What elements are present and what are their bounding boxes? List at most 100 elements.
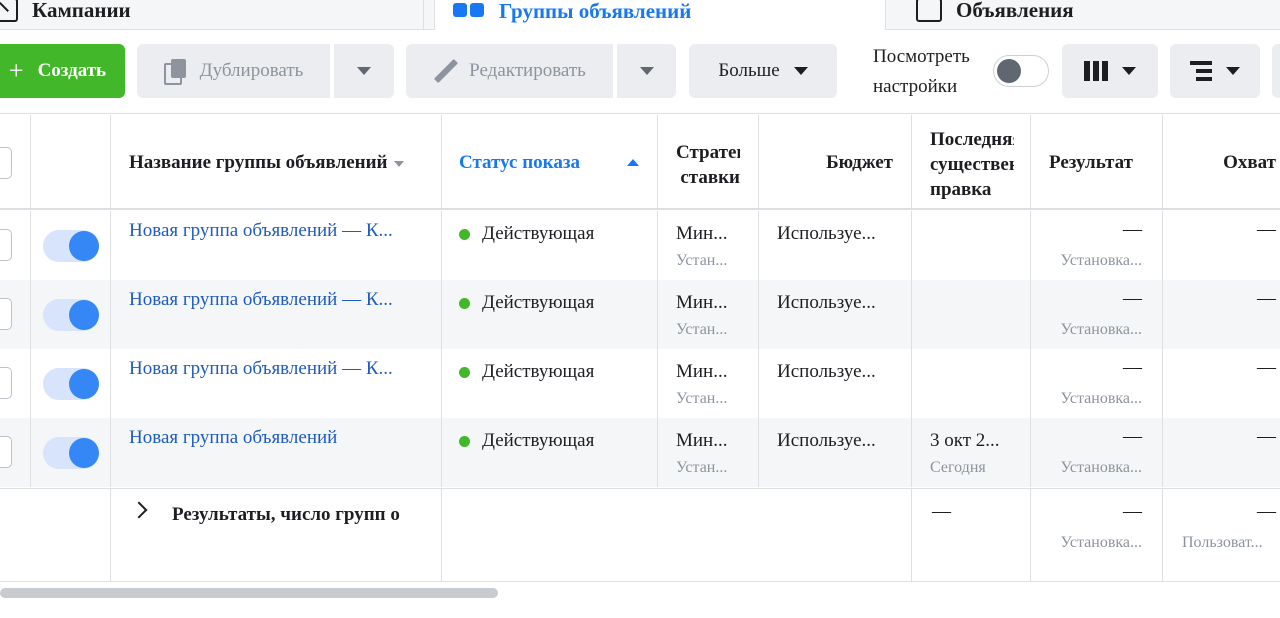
tab-adsets[interactable]: Группы объявлений bbox=[434, 0, 886, 32]
row-result-cell: — Установка... bbox=[1031, 211, 1163, 280]
adset-on-off-toggle[interactable] bbox=[43, 368, 99, 400]
row-budget-cell: Используе... bbox=[759, 280, 912, 349]
status-text: Действующая bbox=[482, 430, 595, 451]
create-button[interactable]: + Создать bbox=[0, 44, 125, 98]
adset-on-off-toggle[interactable] bbox=[43, 437, 99, 469]
budget-value: Используе... bbox=[777, 430, 876, 451]
strategy-value: Мин... bbox=[676, 430, 728, 451]
adset-name-link[interactable]: Новая группа объявлений bbox=[129, 427, 337, 449]
columns-icon bbox=[1084, 61, 1108, 81]
status-value: Действующая bbox=[459, 223, 594, 245]
breakdown-button[interactable] bbox=[1170, 44, 1260, 98]
caret-down-icon bbox=[357, 67, 371, 75]
status-active-dot-icon bbox=[459, 297, 470, 309]
copy-icon bbox=[163, 59, 188, 85]
tab-ads[interactable]: Объявления bbox=[896, 0, 1280, 30]
select-all-checkbox[interactable] bbox=[0, 147, 12, 179]
result-subtext: Установка... bbox=[1060, 252, 1142, 269]
column-header-budget[interactable]: Бюджет bbox=[759, 115, 912, 208]
row-last-edit-cell bbox=[912, 349, 1031, 418]
campaign-folder-icon bbox=[0, 0, 18, 22]
row-toggle-cell bbox=[31, 211, 111, 280]
row-result-cell: — Установка... bbox=[1031, 418, 1163, 487]
reach-value: — bbox=[1257, 357, 1276, 378]
status-active-dot-icon bbox=[459, 366, 470, 378]
horizontal-scrollbar[interactable] bbox=[0, 588, 498, 598]
row-reach-cell: — bbox=[1163, 349, 1280, 418]
duplicate-options-button[interactable] bbox=[334, 44, 394, 98]
totals-row: Результаты, число групп о — — Установка..… bbox=[0, 488, 1280, 582]
create-label: Создать bbox=[37, 60, 107, 81]
result-value: — bbox=[1123, 288, 1142, 309]
row-toggle-cell bbox=[31, 349, 111, 418]
totals-last-edit-value: — bbox=[932, 501, 951, 522]
last-edit-value: 3 окт 2... bbox=[930, 430, 1000, 451]
last-edit-subtext: Сегодня bbox=[930, 459, 986, 476]
adsets-grid-icon bbox=[453, 0, 485, 23]
edit-options-button[interactable] bbox=[617, 44, 676, 98]
totals-name-cell[interactable]: Результаты, число групп о bbox=[111, 489, 442, 581]
toolbar: + Создать Дублировать Редактировать Боль… bbox=[0, 30, 1280, 114]
status-active-dot-icon bbox=[459, 435, 470, 447]
column-reach-label: Охват bbox=[1223, 152, 1276, 173]
adset-name-link[interactable]: Новая группа объявлений — К... bbox=[129, 289, 393, 311]
row-reach-cell: — bbox=[1163, 211, 1280, 280]
row-checkbox[interactable] bbox=[0, 229, 12, 261]
result-value: — bbox=[1123, 426, 1142, 447]
row-strategy-cell: Мин... Устан... bbox=[658, 211, 759, 280]
reach-value: — bbox=[1257, 219, 1276, 240]
column-header-strategy[interactable]: Стратегия ставки bbox=[658, 115, 759, 208]
view-settings-label: Посмотреть настройки bbox=[873, 42, 970, 102]
row-name-cell: Новая группа объявлений bbox=[111, 418, 442, 487]
row-strategy-cell: Мин... Устан... bbox=[658, 418, 759, 487]
strategy-value: Мин... bbox=[676, 223, 728, 244]
row-reach-cell: — bbox=[1163, 280, 1280, 349]
result-subtext: Установка... bbox=[1060, 459, 1142, 476]
totals-toggle-cell bbox=[31, 489, 111, 581]
result-subtext: Установка... bbox=[1060, 390, 1142, 407]
column-header-status[interactable]: Статус показа bbox=[442, 115, 658, 208]
row-reach-cell: — bbox=[1163, 418, 1280, 487]
row-last-edit-cell: 3 окт 2... Сегодня bbox=[912, 418, 1031, 487]
tab-campaigns-label: Кампании bbox=[32, 0, 131, 22]
view-settings-toggle[interactable] bbox=[993, 55, 1049, 87]
tab-adsets-label: Группы объявлений bbox=[499, 0, 692, 23]
column-header-last-edit[interactable]: Последняя существенная правка bbox=[912, 115, 1031, 208]
row-budget-cell: Используе... bbox=[759, 211, 912, 280]
adset-on-off-toggle[interactable] bbox=[43, 299, 99, 331]
columns-button[interactable] bbox=[1062, 44, 1158, 98]
totals-status-cell bbox=[442, 489, 658, 581]
column-name-wrap: Название группы объявлений bbox=[129, 152, 404, 174]
column-strategy-line2: ставки bbox=[680, 167, 740, 188]
column-header-result[interactable]: Результат bbox=[1031, 115, 1163, 208]
row-budget-cell: Используе... bbox=[759, 349, 912, 418]
duplicate-button[interactable]: Дублировать bbox=[137, 44, 330, 98]
breakdown-icon bbox=[1190, 61, 1212, 81]
row-status-cell: Действующая bbox=[442, 418, 658, 487]
row-result-cell: — Установка... bbox=[1031, 280, 1163, 349]
strategy-value: Мин... bbox=[676, 292, 728, 313]
edit-button[interactable]: Редактировать bbox=[406, 44, 613, 98]
adset-name-link[interactable]: Новая группа объявлений — К... bbox=[129, 358, 393, 380]
totals-last-edit-cell: — bbox=[912, 489, 1031, 581]
column-header-name[interactable]: Название группы объявлений bbox=[111, 115, 442, 208]
adset-name-link[interactable]: Новая группа объявлений — К... bbox=[129, 220, 393, 242]
tab-campaigns[interactable]: Кампании bbox=[0, 0, 424, 30]
column-header-reach[interactable]: Охват bbox=[1163, 115, 1280, 208]
totals-strategy-cell bbox=[658, 489, 759, 581]
column-strategy-line1: Стратегия bbox=[676, 142, 740, 163]
row-checkbox-cell bbox=[0, 418, 31, 487]
reports-button[interactable] bbox=[1272, 44, 1280, 98]
reach-value: — bbox=[1257, 426, 1276, 447]
chevron-right-icon bbox=[130, 501, 148, 519]
row-name-cell: Новая группа объявлений — К... bbox=[111, 349, 442, 418]
caret-down-icon bbox=[793, 67, 808, 75]
more-button[interactable]: Больше bbox=[689, 44, 837, 98]
edit-label: Редактировать bbox=[469, 60, 586, 81]
adset-on-off-toggle[interactable] bbox=[43, 230, 99, 262]
strategy-subtext: Устан... bbox=[676, 390, 728, 407]
row-checkbox[interactable] bbox=[0, 367, 12, 399]
status-active-dot-icon bbox=[459, 228, 470, 240]
row-checkbox[interactable] bbox=[0, 436, 12, 468]
row-checkbox[interactable] bbox=[0, 298, 12, 330]
